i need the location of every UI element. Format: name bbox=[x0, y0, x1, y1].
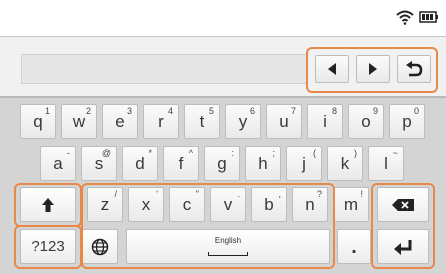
key-label: w bbox=[72, 112, 86, 131]
key-secondary-label: 5 bbox=[208, 106, 214, 116]
key-secondary-label: ) bbox=[354, 148, 357, 158]
key-t[interactable]: t5 bbox=[184, 104, 220, 139]
key-secondary-label: 4 bbox=[167, 106, 173, 116]
key-y[interactable]: y6 bbox=[225, 104, 261, 139]
key-o[interactable]: o9 bbox=[348, 104, 384, 139]
key-label: i bbox=[323, 112, 327, 131]
key-secondary-label: - bbox=[67, 148, 70, 158]
key-label: d bbox=[135, 154, 145, 173]
key-secondary-label: ( bbox=[313, 148, 316, 158]
key-u[interactable]: u7 bbox=[266, 104, 302, 139]
key-secondary-label: @ bbox=[101, 148, 111, 158]
key-secondary-label: 3 bbox=[126, 106, 132, 116]
key-secondary-label: * bbox=[148, 148, 152, 158]
key-secondary-label: 1 bbox=[44, 106, 50, 116]
key-secondary-label: 9 bbox=[372, 106, 378, 116]
key-label: u bbox=[279, 112, 289, 131]
key-label: f bbox=[178, 154, 184, 173]
key-label: e bbox=[115, 112, 125, 131]
key-label: j bbox=[302, 154, 306, 173]
key-p[interactable]: p0 bbox=[389, 104, 425, 139]
key-secondary-label: ! bbox=[360, 189, 363, 199]
nav-buttons-highlight bbox=[306, 47, 438, 93]
key-label: a bbox=[53, 154, 63, 173]
key-g[interactable]: g: bbox=[204, 146, 240, 181]
period-key[interactable]: . bbox=[337, 229, 371, 264]
key-label: h bbox=[258, 154, 268, 173]
key-j[interactable]: j( bbox=[286, 146, 322, 181]
center-keys-highlight bbox=[81, 183, 335, 269]
key-secondary-label: ^ bbox=[188, 148, 193, 158]
key-secondary-label: 0 bbox=[413, 106, 419, 116]
key-e[interactable]: e3 bbox=[102, 104, 138, 139]
key-label: y bbox=[238, 112, 248, 131]
key-secondary-label: 8 bbox=[331, 106, 337, 116]
status-bar bbox=[0, 0, 446, 36]
key-label: m bbox=[343, 195, 359, 214]
wifi-icon bbox=[396, 10, 414, 25]
key-label: q bbox=[33, 112, 43, 131]
symbols-highlight bbox=[14, 225, 82, 269]
key-secondary-label: 7 bbox=[290, 106, 296, 116]
key-label: t bbox=[199, 112, 205, 131]
shift-highlight bbox=[14, 183, 82, 227]
key-secondary-label: 2 bbox=[85, 106, 91, 116]
key-label: l bbox=[384, 154, 388, 173]
key-a[interactable]: a- bbox=[40, 146, 76, 181]
backspace-enter-highlight bbox=[371, 183, 435, 269]
key-f[interactable]: f ^ bbox=[163, 146, 199, 181]
key-label: r bbox=[158, 112, 164, 131]
period-key-label: . bbox=[351, 235, 357, 258]
key-q[interactable]: q1 bbox=[20, 104, 56, 139]
key-secondary-label: : bbox=[231, 148, 234, 158]
key-d[interactable]: d * bbox=[122, 146, 158, 181]
key-secondary-label: ~ bbox=[392, 148, 398, 158]
text-input-field[interactable] bbox=[21, 54, 307, 84]
key-label: o bbox=[361, 112, 371, 131]
key-label: g bbox=[217, 154, 227, 173]
key-r[interactable]: r4 bbox=[143, 104, 179, 139]
key-label: p bbox=[402, 112, 412, 131]
key-secondary-label: 6 bbox=[249, 106, 255, 116]
key-label: k bbox=[340, 154, 350, 173]
battery-icon bbox=[419, 11, 438, 23]
key-s[interactable]: s @ bbox=[81, 146, 117, 181]
key-k[interactable]: k) bbox=[327, 146, 363, 181]
key-m[interactable]: m! bbox=[333, 187, 369, 222]
key-l[interactable]: l ~ bbox=[368, 146, 404, 181]
key-secondary-label: ; bbox=[272, 148, 275, 158]
key-i[interactable]: i8 bbox=[307, 104, 343, 139]
key-h[interactable]: h; bbox=[245, 146, 281, 181]
key-w[interactable]: w2 bbox=[61, 104, 97, 139]
